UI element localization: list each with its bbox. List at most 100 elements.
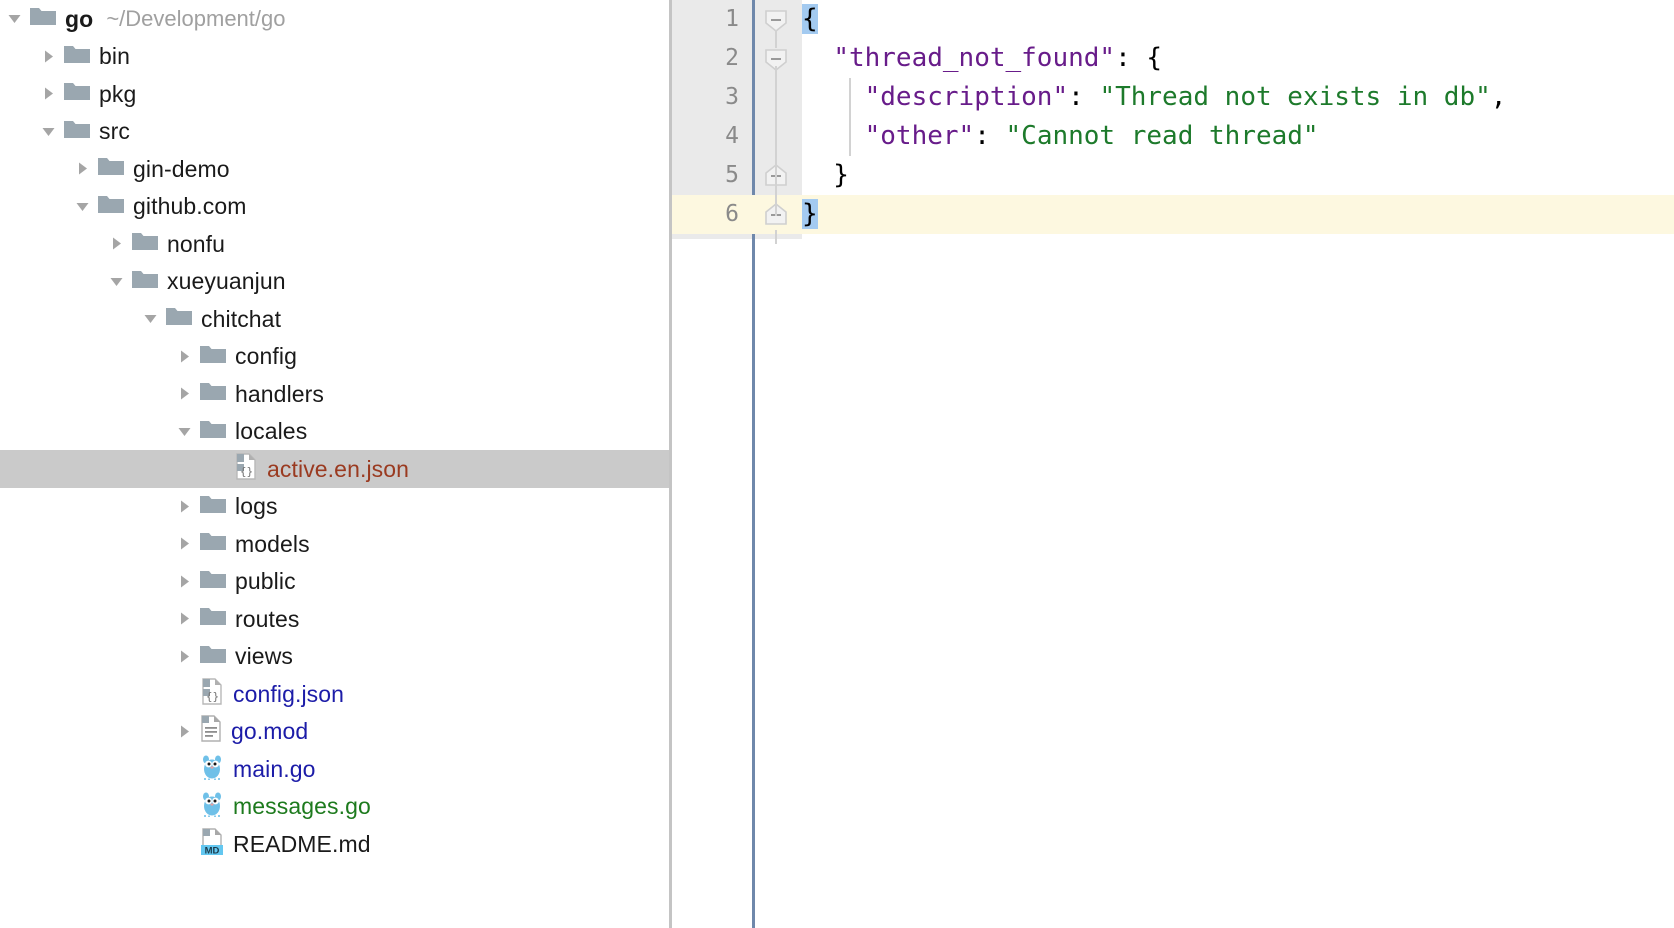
tree-row[interactable]: github.com [0, 188, 669, 226]
chevron-right-icon[interactable] [178, 387, 191, 400]
tree-row[interactable]: public [0, 563, 669, 601]
tree-row[interactable]: bin [0, 38, 669, 76]
tree-row[interactable]: go ~/Development/go [0, 0, 669, 38]
folder-icon [30, 5, 56, 32]
code-line-text: "other": "Cannot read thread" [802, 117, 1319, 156]
chevron-right-icon[interactable] [42, 87, 55, 100]
chevron-right-icon[interactable] [42, 50, 55, 63]
folder-icon [200, 343, 226, 370]
folder-icon [166, 305, 192, 332]
chevron-right-icon[interactable] [178, 612, 191, 625]
json-file-icon: {} [234, 453, 258, 485]
chevron-down-icon[interactable] [110, 275, 123, 288]
tree-row[interactable]: go.mod [0, 713, 669, 751]
tree-row[interactable]: models [0, 525, 669, 563]
editor-line[interactable]: 2 "thread_not_found": { [669, 39, 1674, 78]
tree-row[interactable]: views [0, 638, 669, 676]
code-editor-panel[interactable]: 1{2 "thread_not_found": {3 "description"… [669, 0, 1674, 928]
chevron-right-icon[interactable] [178, 650, 191, 663]
tree-node-label: main.go [233, 755, 316, 782]
folder-icon [132, 230, 158, 257]
token-punct [802, 43, 833, 73]
project-tree-panel[interactable]: go ~/Development/go bin pkg src gin-demo githu… [0, 0, 669, 928]
tree-row-selected[interactable]: {} active.en.json [0, 450, 669, 488]
tree-node-label: locales [235, 418, 308, 445]
tree-row[interactable]: logs [0, 488, 669, 526]
tree-row[interactable]: messages.go [0, 788, 669, 826]
svg-text:{}: {} [240, 465, 253, 478]
editor-line[interactable]: 1{ [669, 0, 1674, 39]
tree-node-label: views [235, 643, 294, 670]
tree-node-label: routes [235, 605, 300, 632]
editor-line[interactable]: 3 "description": "Thread not exists in d… [669, 78, 1674, 117]
chevron-right-icon[interactable] [178, 350, 191, 363]
tree-row[interactable]: nonfu [0, 225, 669, 263]
editor-line-current[interactable]: 6} [669, 195, 1674, 234]
token-brace-hl: } [802, 199, 818, 229]
fold-connector-line [775, 30, 777, 48]
tree-row[interactable]: MD README.md [0, 825, 669, 863]
editor-line[interactable]: 5 } [669, 156, 1674, 195]
token-punct [802, 82, 865, 112]
chevron-down-icon[interactable] [8, 12, 21, 25]
tree-node-label: config.json [233, 680, 345, 707]
token-punct: : [1068, 82, 1100, 112]
chevron-down-icon[interactable] [76, 200, 89, 213]
fold-connector-line [775, 66, 777, 216]
tree-row[interactable]: main.go [0, 750, 669, 788]
folder-icon [200, 418, 226, 445]
chevron-right-icon[interactable] [110, 237, 123, 250]
line-number: 5 [725, 162, 739, 188]
tree-row[interactable]: locales [0, 413, 669, 451]
line-number: 3 [725, 84, 739, 110]
tree-node-label: chitchat [201, 305, 282, 332]
json-file-icon: {} [200, 678, 224, 710]
folder-icon [200, 605, 226, 632]
tree-row[interactable]: xueyuanjun [0, 263, 669, 301]
folder-icon [200, 568, 226, 595]
code-line-text: { [802, 0, 818, 39]
line-number: 6 [725, 201, 739, 227]
tree-row[interactable]: handlers [0, 375, 669, 413]
token-punct: : [974, 121, 1006, 151]
chevron-right-icon[interactable] [178, 500, 191, 513]
tree-node-label: public [235, 568, 296, 595]
tree-node-path: ~/Development/go [106, 5, 286, 31]
chevron-down-icon[interactable] [144, 312, 157, 325]
token-punct: , [1490, 82, 1507, 112]
chevron-right-icon[interactable] [76, 162, 89, 175]
chevron-right-icon[interactable] [178, 725, 191, 738]
text-file-icon [200, 715, 222, 747]
tree-row[interactable]: routes [0, 600, 669, 638]
panel-divider[interactable] [669, 0, 672, 928]
editor-line[interactable]: 4 "other": "Cannot read thread" [669, 117, 1674, 156]
tree-node-label: gin-demo [133, 155, 230, 182]
tree-row[interactable]: pkg [0, 75, 669, 113]
tree-row[interactable]: gin-demo [0, 150, 669, 188]
tree-node-label: src [99, 118, 130, 145]
tree-row[interactable]: config [0, 338, 669, 376]
markdown-file-icon: MD [200, 828, 224, 860]
tree-node-label: active.en.json [267, 455, 410, 482]
chevron-right-icon[interactable] [178, 537, 191, 550]
ide-window: go ~/Development/go bin pkg src gin-demo githu… [0, 0, 1674, 928]
folder-icon [200, 643, 226, 670]
folder-icon [98, 155, 124, 182]
tree-row[interactable]: {} config.json [0, 675, 669, 713]
tree-node-label: pkg [99, 80, 137, 107]
line-number: 2 [725, 45, 739, 71]
tree-row[interactable]: src [0, 113, 669, 151]
chevron-right-icon[interactable] [178, 575, 191, 588]
svg-text:MD: MD [205, 845, 220, 855]
go-gopher-icon [200, 753, 224, 785]
chevron-down-icon[interactable] [178, 425, 191, 438]
token-punct: } [802, 160, 849, 190]
chevron-down-icon[interactable] [42, 125, 55, 138]
indent-guide [849, 78, 851, 156]
tree-node-label: xueyuanjun [167, 268, 286, 295]
folder-icon [64, 43, 90, 70]
token-key: "description" [864, 82, 1069, 112]
token-key: "thread_not_found" [833, 43, 1116, 73]
project-tree-list: go ~/Development/go bin pkg src gin-demo githu… [0, 0, 669, 863]
tree-row[interactable]: chitchat [0, 300, 669, 338]
